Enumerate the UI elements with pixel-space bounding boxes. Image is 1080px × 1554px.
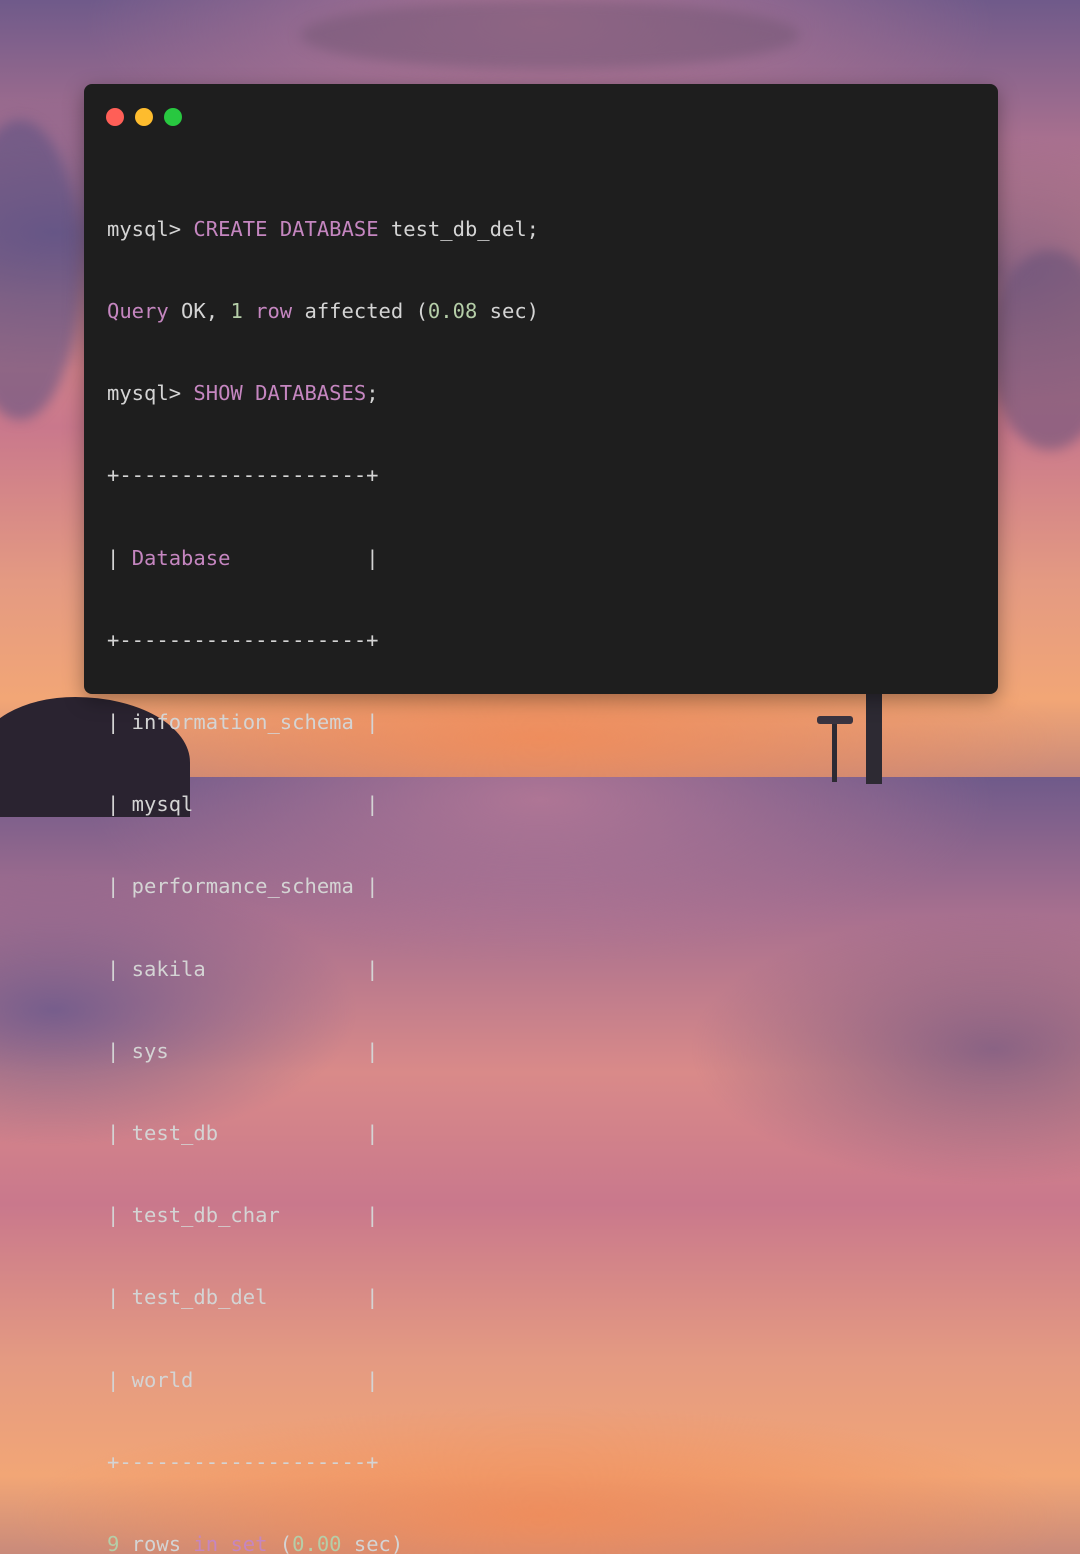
prompt: mysql> [107,216,194,241]
output-text: affected ( [292,299,428,324]
output-text: sec) [477,299,540,324]
terminal-line: mysql> CREATE DATABASE test_db_del; [107,216,539,243]
terminal-line: Query OK, 1 row affected (0.08 sec) [107,298,539,325]
close-icon[interactable] [106,108,124,126]
number: 0.08 [427,299,478,324]
table-row: | world | [107,1367,379,1392]
terminal-window: mysql> CREATE DATABASE test_db_del; Quer… [84,84,998,1554]
table-border: +--------------------+ [107,463,379,488]
number: 0.00 [292,1532,342,1554]
background-cloud [0,120,80,420]
table-row: | test_db_del | [107,1285,379,1310]
table-row: | sakila | [107,956,379,981]
terminal-line: mysql> SHOW DATABASES; [107,380,539,407]
output-text: OK, [168,299,231,324]
keyword: in [193,1532,219,1554]
output-text: ( [267,1532,293,1554]
background-lamp-head [817,716,853,724]
table-border: +--------------------+ [107,1449,379,1474]
command-text: test_db_del; [378,216,540,241]
background-pole [866,694,882,784]
table-header: | Database | [107,545,539,572]
keyword: DATABASE [279,216,379,241]
keyword: SHOW [193,381,243,406]
keyword: DATABASES [255,381,367,406]
background-cloud [990,250,1080,450]
table-pipe: | [107,545,132,570]
number: 1 [230,299,243,324]
keyword: set [230,1532,268,1554]
keyword: CREATE [193,216,268,241]
maximize-icon[interactable] [164,108,182,126]
output-text: rows [119,1532,194,1554]
table-pipe: | [230,545,379,570]
terminal-output[interactable]: mysql> CREATE DATABASE test_db_del; Quer… [107,161,539,1554]
keyword: row [255,299,293,324]
column-header: Database [131,545,231,570]
background-cloud [300,0,800,70]
table-row: | mysql | [107,792,379,817]
command-text: ; [366,381,379,406]
terminal-line: 9 rows in set (0.00 sec) [107,1531,539,1554]
table-row: | performance_schema | [107,874,379,899]
window-controls [106,108,182,126]
output-text: sec) [341,1532,404,1554]
background-lamp-pole [832,722,837,782]
minimize-icon[interactable] [135,108,153,126]
keyword: Query [107,299,169,324]
prompt: mysql> [107,381,194,406]
number: 9 [107,1532,120,1554]
table-row: | sys | [107,1038,379,1063]
table-row: | test_db_char | [107,1203,379,1228]
table-row: | information_schema | [107,710,379,735]
desktop-background: { "colors": { "text": "#d4d4d4", "keywor… [0,0,1080,1554]
table-row: | test_db | [107,1121,379,1146]
table-border: +--------------------+ [107,627,379,652]
